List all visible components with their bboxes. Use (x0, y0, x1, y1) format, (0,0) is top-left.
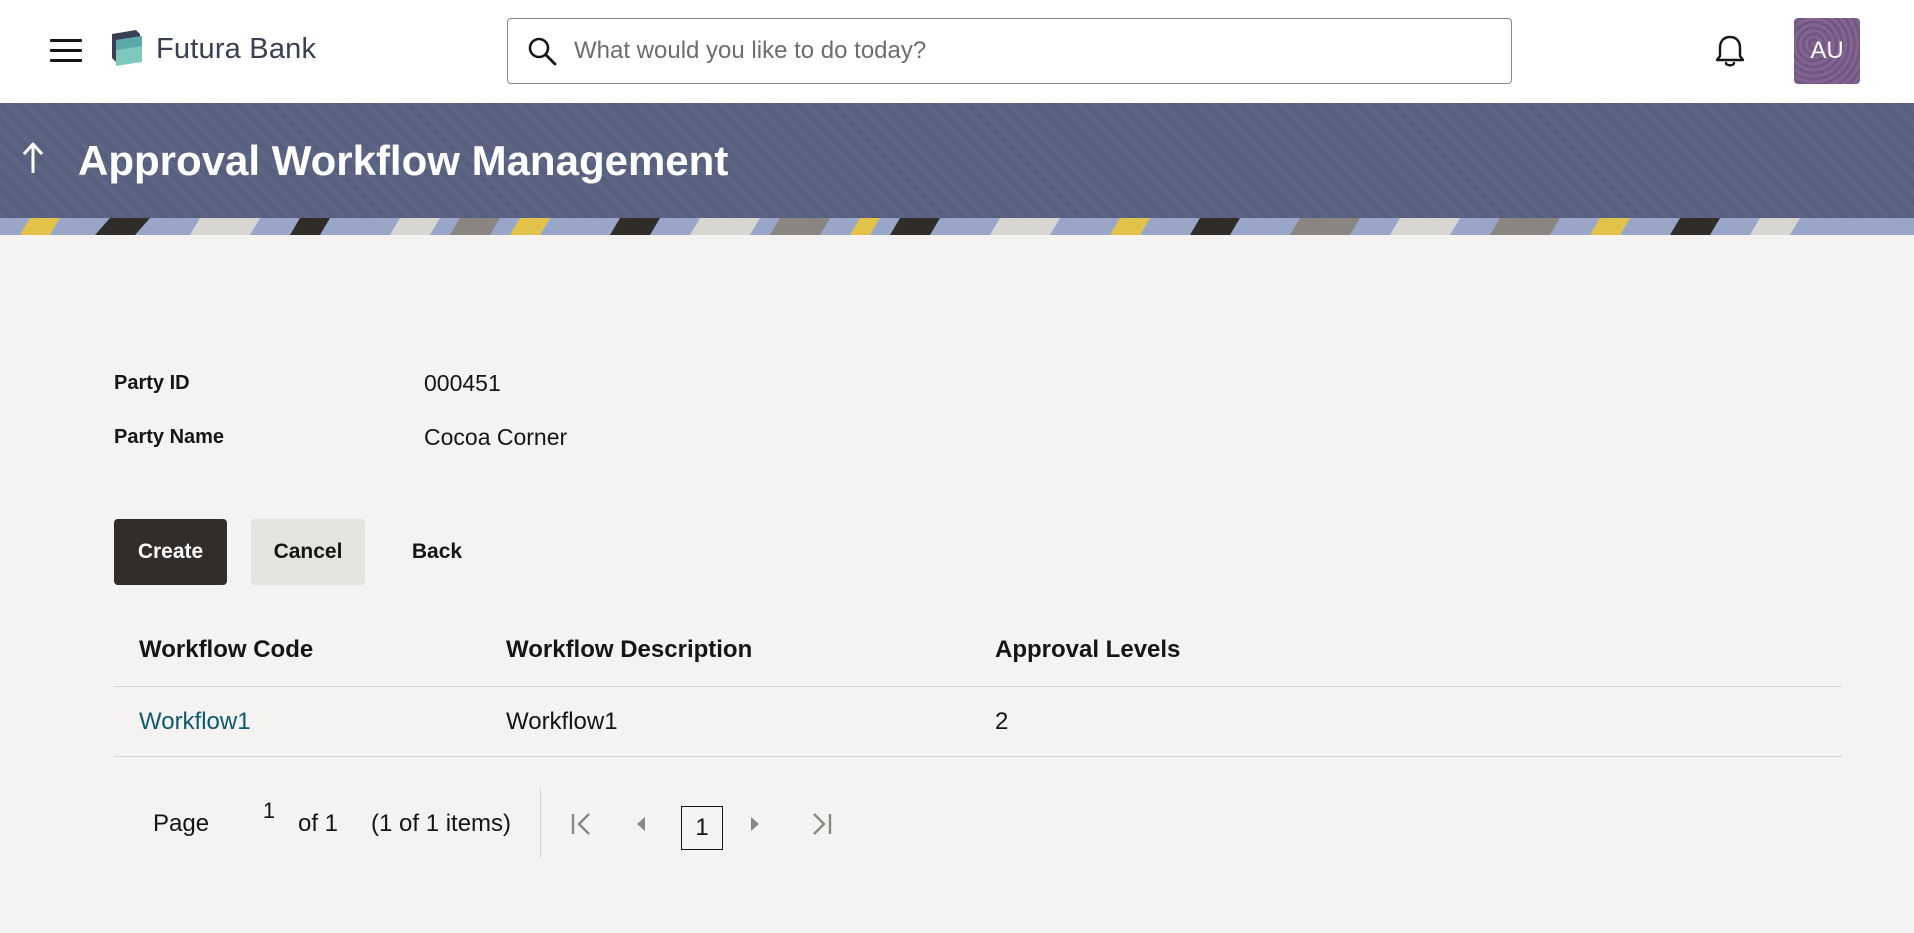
page-number-input[interactable]: 1 (244, 798, 294, 824)
futura-bank-logo (112, 30, 142, 66)
party-id-value: 000451 (424, 370, 501, 396)
create-button[interactable]: Create (114, 519, 227, 585)
workflow-description-cell: Workflow1 (506, 708, 618, 735)
search-bar[interactable] (507, 18, 1512, 84)
column-header-workflow-description[interactable]: Workflow Description (506, 636, 752, 664)
table-row-divider (114, 756, 1842, 757)
search-input[interactable] (574, 29, 1494, 73)
user-avatar[interactable]: AU (1794, 18, 1860, 84)
column-header-approval-levels[interactable]: Approval Levels (995, 636, 1180, 664)
pagination: Page 1 of 1 (1 of 1 items) 1 (114, 770, 874, 860)
next-page-icon[interactable] (742, 810, 768, 838)
search-icon (528, 37, 557, 66)
previous-page-icon[interactable] (628, 810, 654, 838)
approval-levels-cell: 2 (995, 708, 1009, 735)
party-name-value: Cocoa Corner (424, 424, 568, 450)
up-arrow-icon[interactable] (18, 139, 48, 179)
back-button[interactable]: Back (389, 519, 485, 585)
decorative-pattern-strip (0, 218, 1914, 235)
current-page-button[interactable]: 1 (681, 806, 723, 850)
first-page-icon[interactable] (569, 810, 595, 838)
page-header-banner: Approval Workflow Management (0, 103, 1914, 218)
table-header-divider (114, 686, 1842, 687)
pagination-divider (540, 788, 541, 858)
page-label: Page (153, 810, 210, 837)
party-id-label: Party ID (114, 372, 190, 394)
cancel-button[interactable]: Cancel (251, 519, 365, 585)
items-summary: (1 of 1 items) (371, 810, 512, 837)
page-total-label: of 1 (298, 810, 339, 837)
page-title: Approval Workflow Management (78, 137, 729, 184)
last-page-icon[interactable] (808, 810, 834, 838)
workflow-code-link[interactable]: Workflow1 (139, 708, 251, 736)
party-name-label: Party Name (114, 426, 225, 448)
column-header-workflow-code[interactable]: Workflow Code (139, 636, 313, 664)
notification-bell-icon[interactable] (1712, 32, 1748, 70)
brand-name: Futura Bank (156, 33, 317, 65)
top-bar: Futura Bank AU (0, 0, 1914, 103)
hamburger-menu-icon[interactable] (50, 36, 82, 64)
